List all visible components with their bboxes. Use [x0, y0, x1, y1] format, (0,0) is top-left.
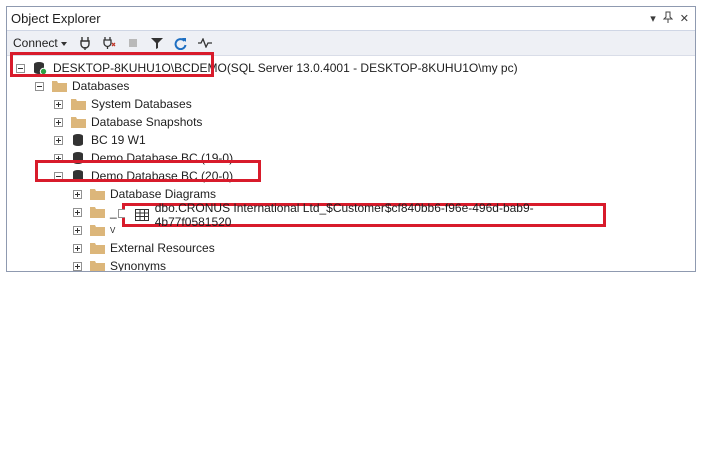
toolbar: Connect: [7, 31, 695, 56]
disconnect-icon[interactable]: [101, 35, 117, 51]
dropdown-icon[interactable]: ▾: [650, 12, 656, 26]
folder-icon: [70, 96, 86, 112]
tables-partial-label: _: [110, 205, 117, 219]
customer-table-label: dbo.CRONUS International Ltd_$Customer$c…: [154, 201, 534, 229]
server-label: DESKTOP-8KUHU1O\BCDEMO: [53, 61, 227, 75]
tree-node-customer-table[interactable]: dbo.CRONUS International Ltd_$Customer$c…: [122, 201, 606, 229]
tree-node-demo19[interactable]: Demo Database BC (19-0): [70, 149, 233, 167]
collapse-toggle[interactable]: [54, 172, 63, 181]
expand-toggle[interactable]: [73, 190, 82, 199]
demo20-label: Demo Database BC (20-0): [91, 169, 234, 183]
expand-toggle[interactable]: [54, 100, 63, 109]
system-databases-label: System Databases: [91, 97, 192, 111]
bc19w1-label: BC 19 W1: [91, 133, 146, 147]
expand-toggle[interactable]: [73, 208, 82, 217]
server-icon: [32, 60, 48, 76]
tree-node-bc19w1[interactable]: BC 19 W1: [70, 131, 146, 149]
folder-icon: [51, 78, 67, 94]
external-resources-label: External Resources: [110, 241, 215, 255]
expand-toggle[interactable]: [54, 154, 63, 163]
database-snapshots-label: Database Snapshots: [91, 115, 203, 129]
databases-label: Databases: [72, 79, 130, 93]
connect-button[interactable]: Connect: [13, 36, 67, 50]
tree-node-databases[interactable]: Databases: [51, 77, 129, 95]
connect-label: Connect: [13, 36, 58, 50]
collapse-toggle[interactable]: [35, 82, 44, 91]
activity-monitor-icon[interactable]: [197, 35, 213, 51]
demo19-label: Demo Database BC (19-0): [91, 151, 234, 165]
tree-node-system-databases[interactable]: System Databases: [70, 95, 192, 113]
object-explorer-panel: Object Explorer ▾ ✕ Connect DESKTOP-8KUH…: [6, 6, 696, 272]
server-suffix: (SQL Server 13.0.4001 - DESKTOP-8KUHU1O\…: [226, 61, 518, 75]
expand-toggle[interactable]: [73, 262, 82, 271]
collapse-toggle[interactable]: [16, 64, 25, 73]
folder-icon: [89, 186, 105, 202]
title-bar: Object Explorer ▾ ✕: [7, 7, 695, 31]
expand-toggle-partial[interactable]: [118, 209, 125, 218]
tree-node-external-resources[interactable]: External Resources: [89, 239, 215, 257]
tree-node-demo20[interactable]: Demo Database BC (20-0): [70, 167, 233, 185]
expand-toggle[interactable]: [54, 118, 63, 127]
views-partial-label: V: [110, 225, 116, 235]
expand-toggle[interactable]: [73, 226, 82, 235]
tree-node-synonyms[interactable]: Synonyms: [89, 257, 167, 272]
connect-plug-icon[interactable]: [77, 35, 93, 51]
title-buttons: ▾ ✕: [650, 11, 689, 27]
table-icon: [134, 207, 150, 223]
panel-title: Object Explorer: [11, 11, 101, 26]
folder-icon: [89, 222, 105, 238]
expand-toggle[interactable]: [54, 136, 63, 145]
chevron-down-icon: [60, 42, 67, 46]
stop-icon[interactable]: [125, 35, 141, 51]
tree-node-database-snapshots[interactable]: Database Snapshots: [70, 113, 202, 131]
synonyms-label: Synonyms: [110, 259, 167, 272]
tree-node-tables[interactable]: _: [89, 203, 117, 221]
tree-node-server[interactable]: DESKTOP-8KUHU1O\BCDEMO (SQL Server 13.0.…: [32, 59, 518, 77]
database-icon: [70, 168, 86, 184]
database-icon: [70, 150, 86, 166]
close-icon[interactable]: ✕: [680, 12, 689, 26]
folder-icon: [70, 114, 86, 130]
tree-node-views[interactable]: V: [89, 221, 115, 239]
database-icon: [70, 132, 86, 148]
pin-icon[interactable]: [662, 11, 673, 27]
database-diagrams-label: Database Diagrams: [110, 187, 217, 201]
folder-icon: [89, 240, 105, 256]
folder-icon: [89, 258, 105, 271]
filter-icon[interactable]: [149, 35, 165, 51]
refresh-icon[interactable]: [173, 35, 189, 51]
folder-icon: [89, 204, 105, 220]
expand-toggle[interactable]: [73, 244, 82, 253]
